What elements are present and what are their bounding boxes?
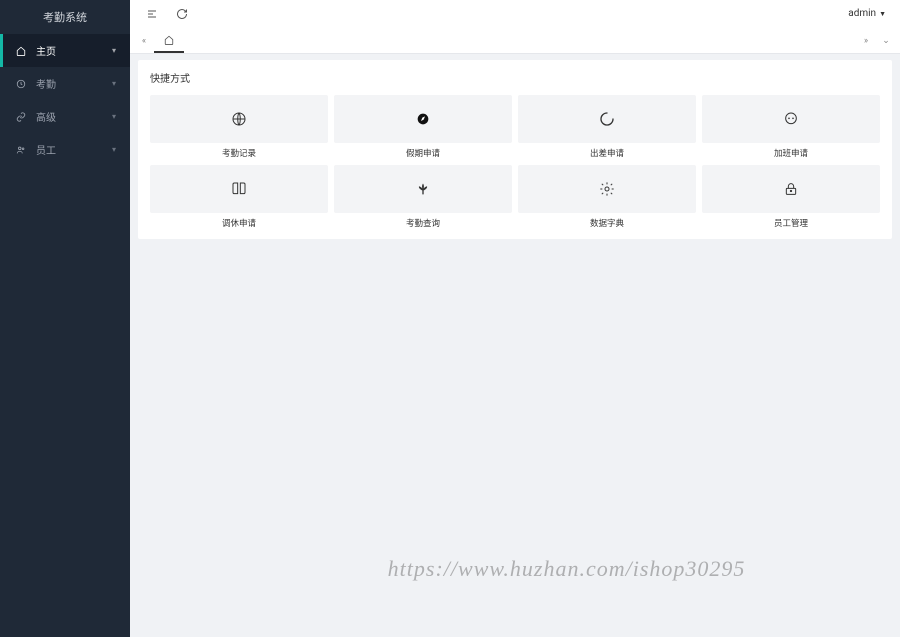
loading-icon: [599, 110, 615, 128]
quick-label: 调休申请: [222, 217, 256, 229]
palm-icon: [415, 180, 431, 198]
clock-icon: [14, 79, 28, 89]
user-menu[interactable]: admin ▼: [844, 8, 890, 19]
user-name: admin: [848, 8, 876, 19]
tab-list: [154, 28, 856, 53]
sidebar-item-label: 高级: [36, 109, 56, 124]
tab-home[interactable]: [154, 28, 184, 53]
quick-label: 员工管理: [774, 217, 808, 229]
lock-icon: [783, 180, 799, 198]
sidebar: 考勤系统 主页 ▾ 考勤 ▾ 高级 ▾ 员工 ▾: [0, 0, 130, 637]
toolbar: admin ▼: [130, 0, 900, 28]
sidebar-item-label: 员工: [36, 142, 56, 157]
card-title: 快捷方式: [150, 70, 880, 85]
app-title: 考勤系统: [0, 0, 130, 34]
sidebar-item-advanced[interactable]: 高级 ▾: [0, 100, 130, 133]
content: 快捷方式 考勤记录 假期: [130, 54, 900, 637]
sidebar-item-label: 主页: [36, 43, 56, 58]
chevron-down-icon: ▾: [112, 112, 116, 121]
quick-attendance-records[interactable]: [150, 95, 328, 143]
quick-label: 加班申请: [774, 147, 808, 159]
chevron-down-icon: ▾: [112, 79, 116, 88]
quick-label: 出差申请: [590, 147, 624, 159]
quick-links-row-1: 考勤记录 假期申请 出差申请: [150, 95, 880, 159]
link-icon: [14, 112, 28, 122]
quick-label: 假期申请: [406, 147, 440, 159]
sidebar-item-home[interactable]: 主页 ▾: [0, 34, 130, 67]
sidebar-item-staff[interactable]: 员工 ▾: [0, 133, 130, 166]
sidebar-item-attendance[interactable]: 考勤 ▾: [0, 67, 130, 100]
collapse-sidebar-button[interactable]: [140, 2, 164, 26]
chevron-down-icon: ▾: [112, 145, 116, 154]
tab-bar: « » ⌄: [130, 28, 900, 54]
caret-down-icon: ▼: [879, 10, 886, 18]
tabs-next-button[interactable]: »: [856, 28, 876, 53]
globe-icon: [231, 110, 247, 128]
main: admin ▼ « » ⌄ 快捷方式: [130, 0, 900, 637]
quick-label: 数据字典: [590, 217, 624, 229]
quick-data-dictionary[interactable]: [518, 165, 696, 213]
quick-label: 考勤记录: [222, 147, 256, 159]
users-icon: [14, 145, 28, 155]
home-icon: [14, 46, 28, 56]
quick-overtime-request[interactable]: [702, 95, 880, 143]
tabs-prev-button[interactable]: «: [134, 28, 154, 53]
home-icon: [164, 35, 174, 45]
gear-icon: [599, 180, 615, 198]
refresh-button[interactable]: [170, 2, 194, 26]
book-icon: [231, 180, 247, 198]
quick-leave-request[interactable]: [334, 95, 512, 143]
quick-business-trip[interactable]: [518, 95, 696, 143]
quick-links-row-2: 调休申请 考勤查询 数据字典: [150, 165, 880, 229]
quick-links-card: 快捷方式 考勤记录 假期: [138, 60, 892, 239]
chat-icon: [783, 110, 799, 128]
quick-label: 考勤查询: [406, 217, 440, 229]
quick-compensatory-leave[interactable]: [150, 165, 328, 213]
tabs-menu-button[interactable]: ⌄: [876, 28, 896, 53]
quick-staff-management[interactable]: [702, 165, 880, 213]
quick-attendance-query[interactable]: [334, 165, 512, 213]
sidebar-item-label: 考勤: [36, 76, 56, 91]
compass-icon: [415, 110, 431, 128]
chevron-down-icon: ▾: [112, 46, 116, 55]
